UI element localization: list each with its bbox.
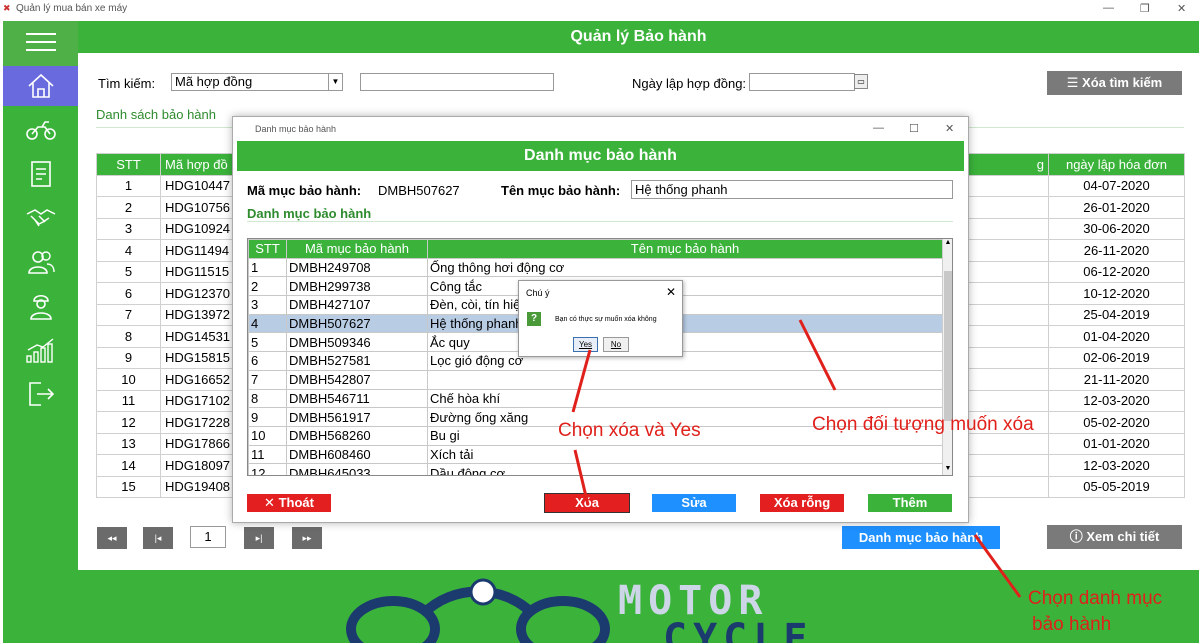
arrow-select-row xyxy=(798,319,837,391)
annotation-choose-catalog-1: Chọn danh mục xyxy=(1028,588,1163,609)
annotation-delete-yes: Chọn xóa và Yes xyxy=(558,420,701,441)
arrow-yes xyxy=(571,349,592,413)
arrow-catalog xyxy=(973,534,1022,598)
annotation-select-object: Chọn đối tượng muốn xóa xyxy=(812,414,1034,435)
annotation-arrows xyxy=(571,319,1022,598)
annotation-choose-catalog-2: bảo hành xyxy=(1032,614,1112,635)
arrow-delete xyxy=(573,449,590,506)
